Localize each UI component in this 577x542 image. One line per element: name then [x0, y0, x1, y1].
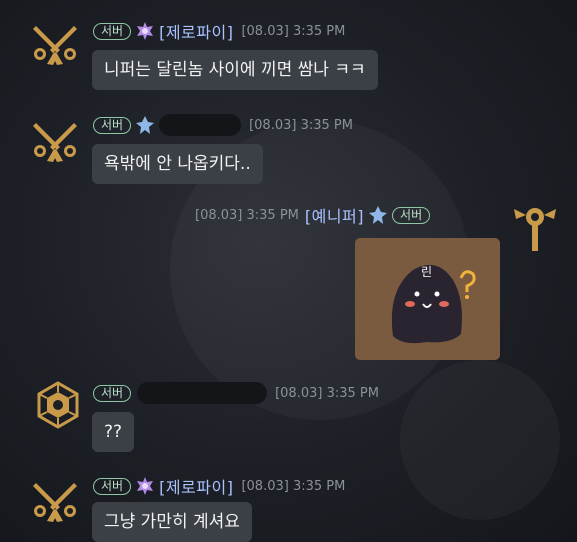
message-text: 니퍼는 달린놈 사이에 끼면 쌈나 ㅋㅋ	[92, 50, 378, 90]
sticker[interactable]: 린	[355, 238, 500, 360]
timestamp: [08.03] 3:35 PM	[241, 478, 346, 494]
server-badge: 서버	[93, 477, 132, 495]
ghost-sticker-icon: 린	[391, 264, 476, 344]
blue-rank-icon	[369, 206, 388, 224]
timestamp: [08.03] 3:35 PM	[249, 117, 353, 133]
winged-mace-icon[interactable]	[510, 205, 560, 255]
message-text: ??	[92, 412, 135, 452]
chat-panel: 서버 [제로파이] [08.03] 3:35 PM 니퍼는 달린놈 사이에 끼면…	[0, 0, 577, 542]
sender-name[interactable]: [제로파이]	[159, 474, 233, 498]
timestamp: [08.03] 3:35 PM	[275, 385, 379, 401]
purple-rank-icon	[137, 477, 154, 495]
redacted-name	[159, 114, 242, 136]
message-text: 욕밖에 안 나옵키다..	[92, 144, 263, 184]
sender-name[interactable]: [제로파이]	[159, 19, 233, 43]
background-art	[400, 360, 560, 520]
sticker-label: 린	[421, 265, 432, 279]
blue-rank-icon	[136, 116, 155, 134]
crossed-pistols-icon[interactable]	[30, 18, 80, 68]
crossed-pistols-icon[interactable]	[30, 115, 80, 165]
server-badge: 서버	[93, 22, 132, 40]
purple-rank-icon	[137, 22, 154, 40]
redacted-name	[137, 382, 268, 404]
sender-name[interactable]: [예니퍼]	[305, 203, 364, 227]
message-text: 그냥 가만히 계셔요	[92, 502, 252, 542]
server-badge: 서버	[93, 384, 132, 402]
hexagon-shield-icon[interactable]	[33, 380, 83, 430]
crossed-pistols-icon[interactable]	[30, 475, 80, 525]
timestamp: [08.03] 3:35 PM	[195, 207, 299, 223]
server-badge: 서버	[392, 206, 431, 224]
timestamp: [08.03] 3:35 PM	[241, 23, 346, 39]
server-badge: 서버	[93, 116, 132, 134]
